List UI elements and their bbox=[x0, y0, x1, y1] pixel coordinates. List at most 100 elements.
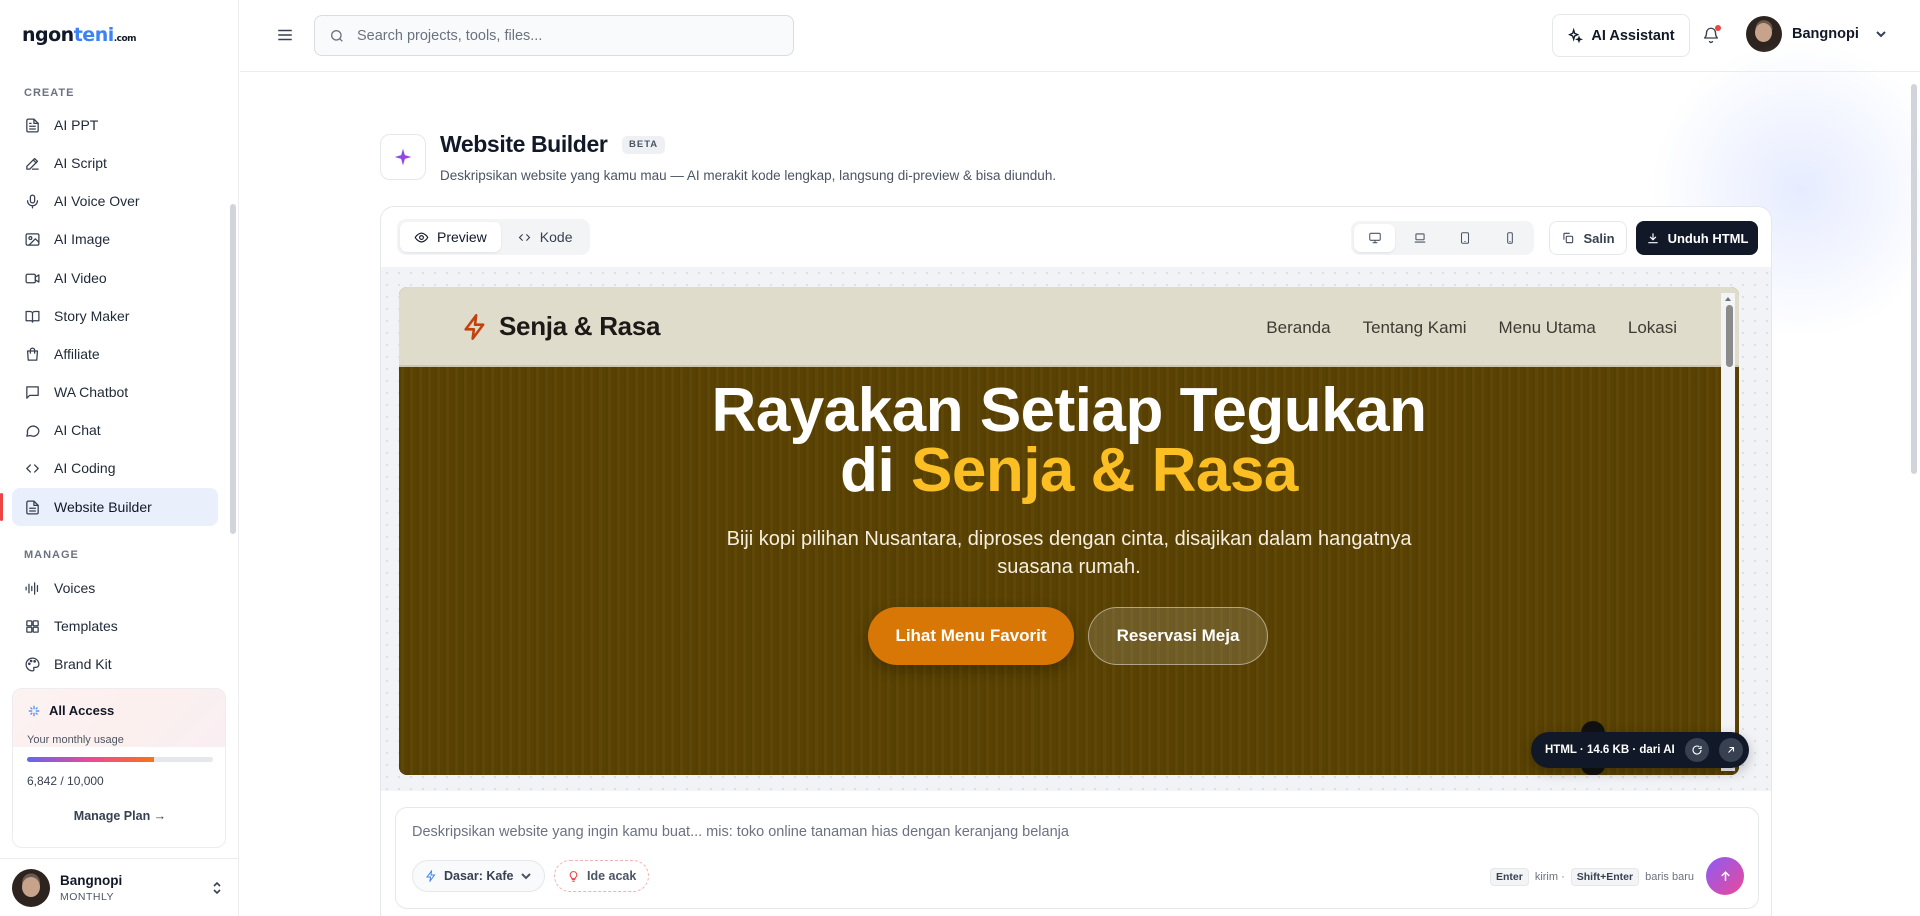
view-toggle: Preview Kode bbox=[397, 219, 590, 255]
hero-primary-button[interactable]: Lihat Menu Favorit bbox=[868, 607, 1074, 665]
manage-plan-link[interactable]: Manage Plan → bbox=[13, 809, 225, 823]
site-logo[interactable]: Senja & Rasa bbox=[461, 311, 660, 342]
page-title: Website Builder bbox=[440, 131, 608, 157]
hero-secondary-button[interactable]: Reservasi Meja bbox=[1088, 607, 1268, 665]
tab-code[interactable]: Kode bbox=[503, 222, 587, 252]
video-icon bbox=[25, 273, 40, 283]
sidebar-item-ai-script[interactable]: AI Script bbox=[12, 144, 218, 182]
palette-icon bbox=[25, 656, 40, 672]
arrow-up-icon bbox=[1720, 870, 1730, 881]
file-text-icon bbox=[26, 499, 39, 515]
chevron-down-icon bbox=[521, 873, 532, 880]
laptop-icon bbox=[1414, 233, 1426, 243]
hero-headline-highlight: Senja & Rasa bbox=[910, 436, 1298, 505]
search-input[interactable] bbox=[357, 27, 777, 44]
random-idea-button[interactable]: Ide acak bbox=[554, 860, 650, 892]
beta-badge: BETA bbox=[622, 136, 666, 154]
lightning-icon bbox=[426, 870, 436, 882]
section-label-create: CREATE bbox=[24, 87, 75, 99]
monitor-icon bbox=[1368, 232, 1381, 244]
sidebar-item-brand-kit[interactable]: Brand Kit bbox=[12, 645, 218, 683]
page-subtitle: Deskripsikan website yang kamu mau — AI … bbox=[440, 168, 1057, 183]
preview-frame[interactable]: Senja & Rasa Beranda Tentang Kami Menu U… bbox=[399, 287, 1739, 775]
refresh-icon bbox=[1692, 745, 1702, 755]
device-tablet-button[interactable] bbox=[1445, 224, 1486, 252]
download-html-button[interactable]: Unduh HTML bbox=[1636, 221, 1758, 255]
preview-scroll-thumb[interactable] bbox=[1726, 305, 1733, 367]
arrow-up-right-icon bbox=[1727, 746, 1734, 753]
usage-count: 6,842 / 10,000 bbox=[27, 774, 104, 788]
open-external-button[interactable] bbox=[1718, 738, 1743, 762]
page-icon bbox=[380, 134, 426, 180]
prompt-box: Dasar: Kafe Ide acak Enter kirim · Shift… bbox=[395, 807, 1759, 909]
brand-logo[interactable]: ngonteni.com bbox=[22, 24, 137, 46]
sidebar-item-ai-voice-over[interactable]: AI Voice Over bbox=[12, 182, 218, 220]
enter-key: Enter bbox=[1489, 868, 1529, 886]
sidebar-item-templates[interactable]: Templates bbox=[12, 607, 218, 645]
regenerate-button[interactable] bbox=[1684, 738, 1709, 762]
sidebar-item-ai-chat[interactable]: AI Chat bbox=[12, 411, 218, 449]
search-icon bbox=[331, 29, 343, 42]
sidebar-scrollbar[interactable] bbox=[230, 204, 236, 534]
copy-button[interactable]: Salin bbox=[1549, 221, 1627, 255]
site-nav-link[interactable]: Menu Utama bbox=[1499, 318, 1596, 338]
tablet-icon bbox=[1461, 232, 1470, 244]
chevron-up-down-icon[interactable] bbox=[212, 881, 222, 895]
sparkle-icon bbox=[28, 705, 40, 716]
sidebar-item-website-builder[interactable]: Website Builder bbox=[12, 488, 218, 526]
site-nav-link[interactable]: Beranda bbox=[1266, 318, 1330, 338]
site-nav-link[interactable]: Lokasi bbox=[1628, 318, 1677, 338]
file-text-icon bbox=[26, 117, 39, 133]
base-template-dropdown[interactable]: Dasar: Kafe bbox=[412, 860, 546, 892]
tab-preview[interactable]: Preview bbox=[400, 222, 501, 252]
book-icon bbox=[25, 310, 40, 323]
menu-icon[interactable] bbox=[276, 26, 294, 44]
page-scrollbar[interactable] bbox=[1911, 84, 1917, 474]
sidebar-item-story-maker[interactable]: Story Maker bbox=[12, 297, 218, 335]
sidebar-item-ai-coding[interactable]: AI Coding bbox=[12, 449, 218, 487]
chat-bubble-icon bbox=[26, 424, 40, 437]
code-icon bbox=[26, 463, 39, 473]
chat-square-icon bbox=[26, 385, 39, 399]
hero-tagline: Biji kopi pilihan Nusantara, diproses de… bbox=[726, 528, 1412, 578]
search-bar[interactable] bbox=[314, 15, 794, 56]
user-menu[interactable]: Bangnopi MONTHLY bbox=[0, 858, 239, 916]
user-plan: MONTHLY bbox=[60, 890, 115, 903]
image-icon bbox=[25, 232, 40, 246]
sidebar-item-ai-video[interactable]: AI Video bbox=[12, 259, 218, 297]
plan-title: All Access bbox=[27, 703, 225, 718]
sidebar-item-wa-chatbot[interactable]: WA Chatbot bbox=[12, 373, 218, 411]
lightning-icon bbox=[464, 313, 485, 340]
device-mobile-button[interactable] bbox=[1490, 224, 1531, 252]
plan-subtitle: Your monthly usage bbox=[27, 734, 124, 746]
mic-icon bbox=[26, 193, 39, 209]
hero-headline: Rayakan Setiap Tegukan di Senja & Rasa bbox=[711, 376, 1427, 505]
device-laptop-button[interactable] bbox=[1399, 224, 1440, 252]
sparkle-icon bbox=[394, 148, 412, 166]
code-icon bbox=[518, 233, 531, 241]
sidebar: ngonteni.com CREATE AI PPT AI Script AI … bbox=[0, 0, 239, 916]
device-desktop-button[interactable] bbox=[1354, 224, 1396, 252]
builder-card: Preview Kode Salin Unduh HTML Senja & Ra… bbox=[380, 206, 1772, 916]
download-icon bbox=[1647, 233, 1658, 244]
sidebar-item-ai-image[interactable]: AI Image bbox=[12, 220, 218, 258]
keyboard-hints: Enter kirim · Shift+Enter baris baru bbox=[1489, 868, 1694, 886]
site-nav-links: Beranda Tentang Kami Menu Utama Lokasi bbox=[1266, 318, 1677, 338]
smartphone-icon bbox=[1507, 232, 1514, 244]
plan-card: All Access Your monthly usage 6,842 / 10… bbox=[12, 688, 226, 848]
chevron-down-icon bbox=[1876, 31, 1886, 38]
status-pill: HTML · 14.6 KB · dari AI bbox=[1531, 732, 1749, 768]
site-nav-link[interactable]: Tentang Kami bbox=[1363, 318, 1467, 338]
grid-icon bbox=[26, 619, 39, 633]
sidebar-item-ai-ppt[interactable]: AI PPT bbox=[12, 106, 218, 144]
avatar bbox=[12, 868, 50, 907]
prompt-input[interactable] bbox=[412, 824, 1712, 848]
ai-assistant-button[interactable]: AI Assistant bbox=[1552, 14, 1690, 57]
lightbulb-icon bbox=[569, 870, 578, 882]
sidebar-item-voices[interactable]: Voices bbox=[12, 569, 218, 607]
bag-icon bbox=[26, 347, 39, 361]
active-indicator bbox=[0, 493, 3, 521]
sidebar-item-affiliate[interactable]: Affiliate bbox=[12, 335, 218, 373]
send-button[interactable] bbox=[1706, 857, 1744, 895]
usage-progress-fill bbox=[27, 757, 155, 762]
